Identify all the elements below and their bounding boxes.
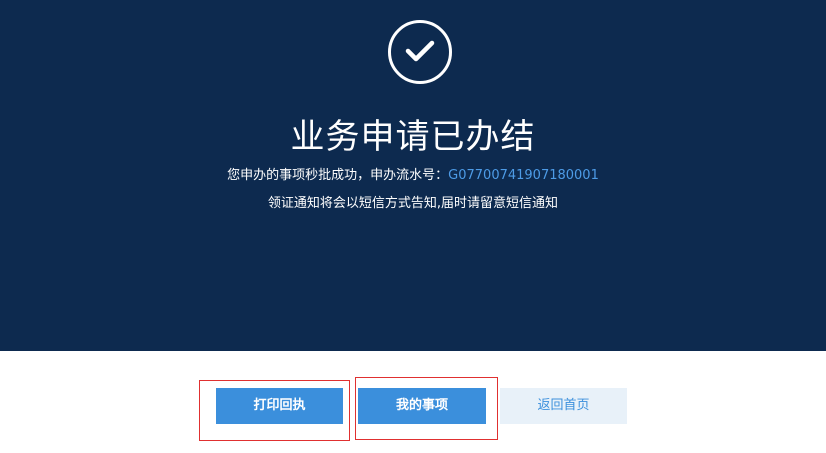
result-message-prefix: 您申办的事项秒批成功，申办流水号：: [227, 168, 449, 183]
print-receipt-button[interactable]: 打印回执: [216, 388, 343, 424]
serial-number: G07700741907180001: [448, 168, 599, 183]
result-title: 业务申请已办结: [290, 117, 536, 157]
result-notice: 领证通知将会以短信方式告知,届时请留意短信通知: [267, 196, 559, 211]
back-home-button[interactable]: 返回首页: [500, 388, 627, 424]
check-circle-icon: [388, 20, 452, 84]
checkmark-icon: [405, 40, 435, 62]
my-items-button[interactable]: 我的事项: [358, 388, 486, 424]
result-message: 您申办的事项秒批成功，申办流水号：G07700741907180001: [0, 166, 826, 186]
result-banner: 业务申请已办结 您申办的事项秒批成功，申办流水号：G07700741907180…: [0, 0, 826, 351]
